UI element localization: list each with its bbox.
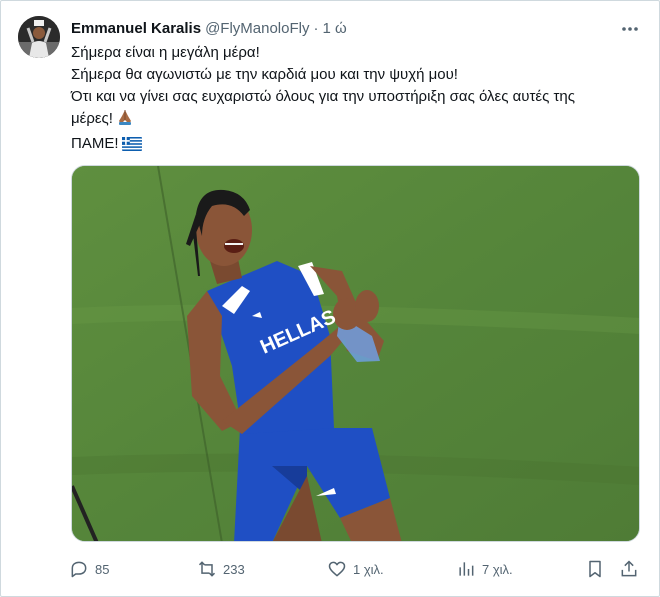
- tweet-line-5-text: ΠΑΜΕ!: [71, 135, 119, 152]
- tweet-line-5: ΠΑΜΕ!: [71, 133, 646, 158]
- tweet-line-3: Ότι και να γίνει σας ευχαριστώ όλους για…: [71, 88, 575, 105]
- display-name[interactable]: Emmanuel Karalis: [71, 20, 201, 37]
- tweet-line-4: μέρες!: [71, 108, 646, 133]
- user-handle[interactable]: @FlyManoloFly: [205, 20, 309, 37]
- more-options-button[interactable]: [619, 18, 641, 40]
- retweet-icon: [198, 561, 216, 577]
- tweet-header: Emmanuel Karalis @FlyManoloFly · 1 ώ: [71, 18, 347, 38]
- tweet-line-2: Σήμερα θα αγωνιστώ με την καρδιά μου και…: [71, 66, 458, 83]
- like-count: 1 χιλ.: [353, 561, 384, 577]
- like-button[interactable]: 1 χιλ.: [327, 556, 384, 582]
- bookmark-icon: [589, 560, 601, 578]
- share-icon: [621, 560, 637, 577]
- athlete-photo: HELLAS: [72, 166, 639, 541]
- tweet-line-1: Σήμερα είναι η μεγάλη μέρα!: [71, 44, 260, 61]
- share-button[interactable]: [619, 556, 639, 582]
- tweet-card: Emmanuel Karalis @FlyManoloFly · 1 ώ Σήμ…: [0, 0, 660, 597]
- timestamp[interactable]: 1 ώ: [322, 20, 346, 37]
- tweet-line-4-text: μέρες!: [71, 110, 113, 127]
- more-dots-icon: [622, 27, 638, 31]
- views-chart-icon: [459, 562, 474, 576]
- reply-button[interactable]: 85: [69, 556, 109, 582]
- tweet-text: Σήμερα είναι η μεγάλη μέρα! Σήμερα θα αγ…: [71, 42, 646, 158]
- retweet-button[interactable]: 233: [197, 556, 245, 582]
- greece-flag-emoji: [121, 136, 142, 158]
- heart-icon: [328, 561, 346, 577]
- views-button[interactable]: 7 χιλ.: [456, 556, 513, 582]
- views-count: 7 χιλ.: [482, 561, 513, 577]
- reply-count: 85: [95, 561, 110, 577]
- tweet-action-bar: 85 233 1 χιλ. 7 χιλ.: [67, 556, 649, 582]
- bookmark-button[interactable]: [585, 556, 605, 582]
- folded-hands-emoji: [116, 108, 134, 133]
- separator: ·: [313, 19, 319, 37]
- avatar[interactable]: [18, 16, 60, 58]
- avatar-image: [18, 16, 60, 58]
- retweet-count: 233: [223, 561, 245, 577]
- tweet-photo[interactable]: HELLAS: [71, 165, 640, 542]
- reply-icon: [71, 561, 87, 578]
